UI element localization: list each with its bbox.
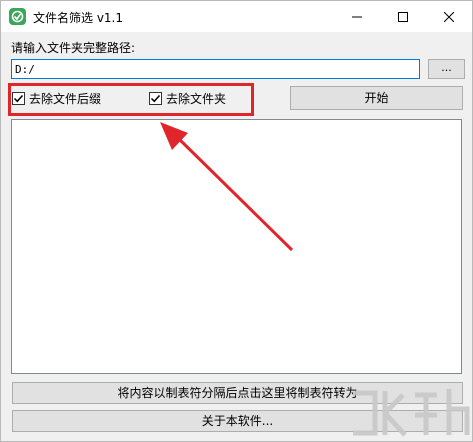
close-icon: [444, 11, 454, 22]
path-label: 请输入文件夹完整路径:: [11, 41, 136, 55]
minimize-button[interactable]: [334, 1, 380, 32]
watermark-logo-icon: [353, 389, 470, 437]
title-bar[interactable]: 文件名筛选 v1.1: [1, 1, 472, 32]
minimize-icon: [352, 16, 362, 17]
app-window: 文件名筛选 v1.1 请输入文件夹完整路径: ... 去除文件后缀 去除文件夹 …: [0, 0, 473, 442]
options-highlight-box: [8, 83, 254, 116]
path-input[interactable]: [11, 59, 420, 79]
maximize-button[interactable]: [380, 1, 426, 32]
browse-button[interactable]: ...: [428, 59, 465, 79]
app-logo-icon: [9, 8, 26, 25]
close-button[interactable]: [426, 1, 472, 32]
maximize-icon: [398, 11, 408, 22]
start-button[interactable]: 开始: [290, 86, 463, 110]
result-list[interactable]: [11, 119, 462, 374]
window-title: 文件名筛选 v1.1: [33, 11, 124, 25]
